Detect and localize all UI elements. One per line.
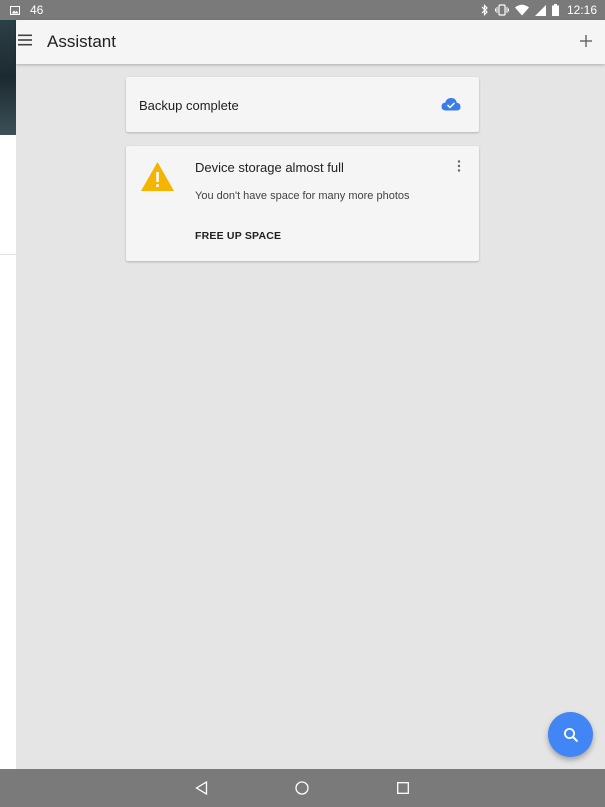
divider bbox=[0, 254, 16, 255]
menu-icon[interactable] bbox=[18, 34, 32, 46]
navigation-bar bbox=[0, 769, 605, 807]
home-icon[interactable] bbox=[295, 781, 309, 795]
storage-warning-card: Device storage almost full You don't hav… bbox=[126, 146, 479, 261]
notification-count: 46 bbox=[30, 3, 44, 17]
battery-icon bbox=[551, 4, 559, 16]
status-left: 46 bbox=[0, 3, 43, 17]
warning-icon bbox=[141, 162, 174, 191]
storage-warning-title: Device storage almost full bbox=[195, 160, 344, 175]
backup-status-label: Backup complete bbox=[139, 98, 239, 113]
background-photo-thumbnail bbox=[0, 20, 16, 135]
status-right: 12:16 bbox=[481, 3, 605, 17]
page-title: Assistant bbox=[47, 32, 116, 51]
bluetooth-icon bbox=[481, 4, 488, 16]
clock: 12:16 bbox=[566, 3, 597, 17]
status-bar: 46 12:16 bbox=[0, 0, 605, 20]
recents-icon[interactable] bbox=[397, 782, 409, 794]
cloud-done-icon bbox=[441, 98, 461, 111]
storage-warning-description: You don't have space for many more photo… bbox=[195, 190, 410, 202]
image-notification-icon bbox=[10, 5, 20, 15]
search-icon bbox=[563, 727, 578, 742]
vibrate-icon bbox=[494, 4, 509, 16]
more-vert-icon[interactable] bbox=[457, 160, 461, 172]
free-up-space-button[interactable]: FREE UP SPACE bbox=[195, 230, 281, 242]
signal-icon bbox=[534, 4, 546, 16]
background-screen-edge bbox=[0, 20, 16, 769]
wifi-icon bbox=[514, 4, 529, 16]
back-icon[interactable] bbox=[195, 781, 208, 795]
add-icon[interactable] bbox=[579, 34, 593, 48]
search-button[interactable] bbox=[548, 712, 593, 757]
app-bar: Assistant bbox=[16, 20, 605, 64]
backup-complete-card[interactable]: Backup complete bbox=[126, 77, 479, 132]
